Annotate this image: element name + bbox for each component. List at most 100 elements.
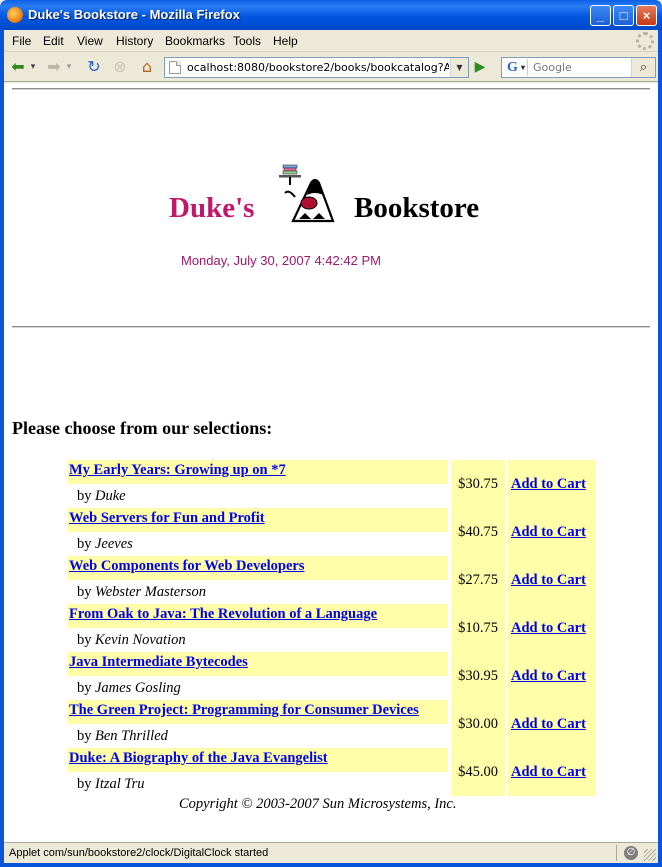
add-to-cart-link[interactable]: Add to Cart: [511, 620, 586, 636]
book-author-area: by Kevin Novation: [68, 628, 448, 652]
book-title-link[interactable]: Duke: A Biography of the Java Evangelist: [69, 750, 328, 767]
go-arrow-icon[interactable]: ▶: [470, 57, 490, 77]
book-title-area: From Oak to Java: The Revolution of a La…: [68, 604, 448, 628]
firefox-icon: [7, 7, 23, 23]
page-content: Duke's Bookstore Monday, July 30, 2007 4…: [4, 83, 658, 842]
add-to-cart-cell: Add to Cart: [508, 556, 596, 604]
brand-bookstore: Bookstore: [354, 192, 480, 224]
book-info-cell: Web Components for Web Developers by Webst…: [68, 556, 448, 604]
forward-arrow-icon[interactable]: ➡: [44, 57, 64, 77]
title-bar[interactable]: Duke's Bookstore - Mozilla Firefox _ □ ×: [0, 0, 662, 30]
book-author-area: by Ben Thrilled: [68, 724, 448, 748]
book-price: $30.75: [451, 460, 505, 508]
book-author: Itzal Tru: [95, 776, 145, 792]
add-to-cart-cell: Add to Cart: [508, 748, 596, 796]
add-to-cart-link[interactable]: Add to Cart: [511, 716, 586, 732]
book-price: $40.75: [451, 508, 505, 556]
book-info-cell: Web Servers for Fun and Profit by Jeeves: [68, 508, 448, 556]
book-title-area: Duke: A Biography of the Java Evangelist: [68, 748, 448, 772]
table-row: The Green Project: Programming for Consu…: [68, 700, 596, 748]
status-divider: [616, 845, 617, 861]
book-title-link[interactable]: My Early Years: Growing up on *7: [69, 462, 286, 479]
copyright-notice: Copyright © 2003-2007 Sun Microsystems, …: [179, 796, 457, 812]
close-button[interactable]: ×: [636, 5, 657, 26]
author-prefix: by: [77, 632, 92, 648]
book-author: Webster Masterson: [95, 584, 207, 600]
back-history-dropdown-icon[interactable]: ▾: [28, 57, 38, 77]
url-input[interactable]: [187, 60, 449, 75]
book-author: Duke: [95, 488, 126, 504]
book-price: $30.00: [451, 700, 505, 748]
selections-heading: Please choose from our selections:: [12, 418, 273, 438]
add-to-cart-cell: Add to Cart: [508, 652, 596, 700]
magnifier-icon[interactable]: ⌕: [631, 58, 655, 77]
book-info-cell: From Oak to Java: The Revolution of a La…: [68, 604, 448, 652]
book-author: Ben Thrilled: [95, 728, 168, 744]
add-to-cart-link[interactable]: Add to Cart: [511, 668, 586, 684]
add-to-cart-link[interactable]: Add to Cart: [511, 764, 586, 780]
menu-edit[interactable]: Edit: [43, 34, 64, 48]
add-to-cart-link[interactable]: Add to Cart: [511, 572, 586, 588]
noscript-icon[interactable]: ∅: [624, 846, 638, 860]
url-history-dropdown-icon[interactable]: ▼: [450, 58, 468, 77]
brand-dukes: Duke's: [169, 192, 255, 224]
add-to-cart-cell: Add to Cart: [508, 508, 596, 556]
menu-help[interactable]: Help: [273, 34, 298, 48]
menu-tools[interactable]: Tools: [233, 34, 261, 48]
search-engine-selector-icon[interactable]: G: [504, 59, 528, 76]
status-bar: Applet com/sun/bookstore2/clock/DigitalC…: [4, 842, 658, 863]
book-title-link[interactable]: Web Components for Web Developers: [69, 558, 305, 575]
author-prefix: by: [77, 488, 92, 504]
author-prefix: by: [77, 728, 92, 744]
book-author-area: by Itzal Tru: [68, 772, 448, 796]
author-prefix: by: [77, 584, 92, 600]
table-row: Duke: A Biography of the Java Evangelist…: [68, 748, 596, 796]
book-info-cell: The Green Project: Programming for Consu…: [68, 700, 448, 748]
home-icon[interactable]: ⌂: [137, 57, 157, 77]
book-title-link[interactable]: Web Servers for Fun and Profit: [69, 510, 265, 527]
maximize-button[interactable]: □: [613, 5, 634, 26]
book-author-area: by James Gosling: [68, 676, 448, 700]
table-row: Web Components for Web Developers by Webst…: [68, 556, 596, 604]
menu-file[interactable]: File: [12, 34, 31, 48]
search-bar[interactable]: G ⌕: [501, 57, 656, 78]
url-bar[interactable]: ▼: [164, 57, 469, 78]
author-prefix: by: [77, 536, 92, 552]
book-title-link[interactable]: From Oak to Java: The Revolution of a La…: [69, 606, 377, 623]
book-title-link[interactable]: The Green Project: Programming for Consu…: [69, 702, 419, 719]
navigation-toolbar: ⬅ ▾ ➡ ▾ ↻ ⊗ ⌂ ▼ ▶ G ⌕: [4, 52, 658, 82]
add-to-cart-cell: Add to Cart: [508, 700, 596, 748]
book-title-area: Java Intermediate Bytecodes: [68, 652, 448, 676]
book-author: Jeeves: [95, 536, 133, 552]
book-author-area: by Jeeves: [68, 532, 448, 556]
add-to-cart-link[interactable]: Add to Cart: [511, 476, 586, 492]
back-arrow-icon[interactable]: ⬅: [8, 57, 28, 77]
book-title-link[interactable]: Java Intermediate Bytecodes: [69, 654, 248, 671]
stop-icon[interactable]: ⊗: [110, 57, 130, 77]
table-row: My Early Years: Growing up on *7 by Duke $3…: [68, 460, 596, 508]
forward-history-dropdown-icon[interactable]: ▾: [64, 57, 74, 77]
book-price: $30.95: [451, 652, 505, 700]
book-info-cell: My Early Years: Growing up on *7 by Duke: [68, 460, 448, 508]
menu-view[interactable]: View: [77, 34, 103, 48]
window-frame-right: [658, 30, 662, 867]
menu-bookmarks[interactable]: Bookmarks: [165, 34, 225, 48]
book-title-area: The Green Project: Programming for Consu…: [68, 700, 448, 724]
book-info-cell: Java Intermediate Bytecodes by James Gosli…: [68, 652, 448, 700]
add-to-cart-link[interactable]: Add to Cart: [511, 524, 586, 540]
book-title-area: Web Servers for Fun and Profit: [68, 508, 448, 532]
book-price: $45.00: [451, 748, 505, 796]
author-prefix: by: [77, 680, 92, 696]
resize-grip-icon[interactable]: [644, 849, 656, 861]
middle-divider: [12, 326, 650, 328]
minimize-button[interactable]: _: [590, 5, 611, 26]
search-input[interactable]: [533, 61, 628, 74]
book-catalog-table: My Early Years: Growing up on *7 by Duke $3…: [68, 460, 596, 796]
reload-icon[interactable]: ↻: [84, 57, 104, 77]
book-price: $10.75: [451, 604, 505, 652]
window-title: Duke's Bookstore - Mozilla Firefox: [28, 7, 240, 22]
top-divider: [12, 88, 650, 90]
book-info-cell: Duke: A Biography of the Java Evangelist…: [68, 748, 448, 796]
menu-history[interactable]: History: [116, 34, 153, 48]
menu-bar: File Edit View History Bookmarks Tools H…: [4, 30, 658, 52]
